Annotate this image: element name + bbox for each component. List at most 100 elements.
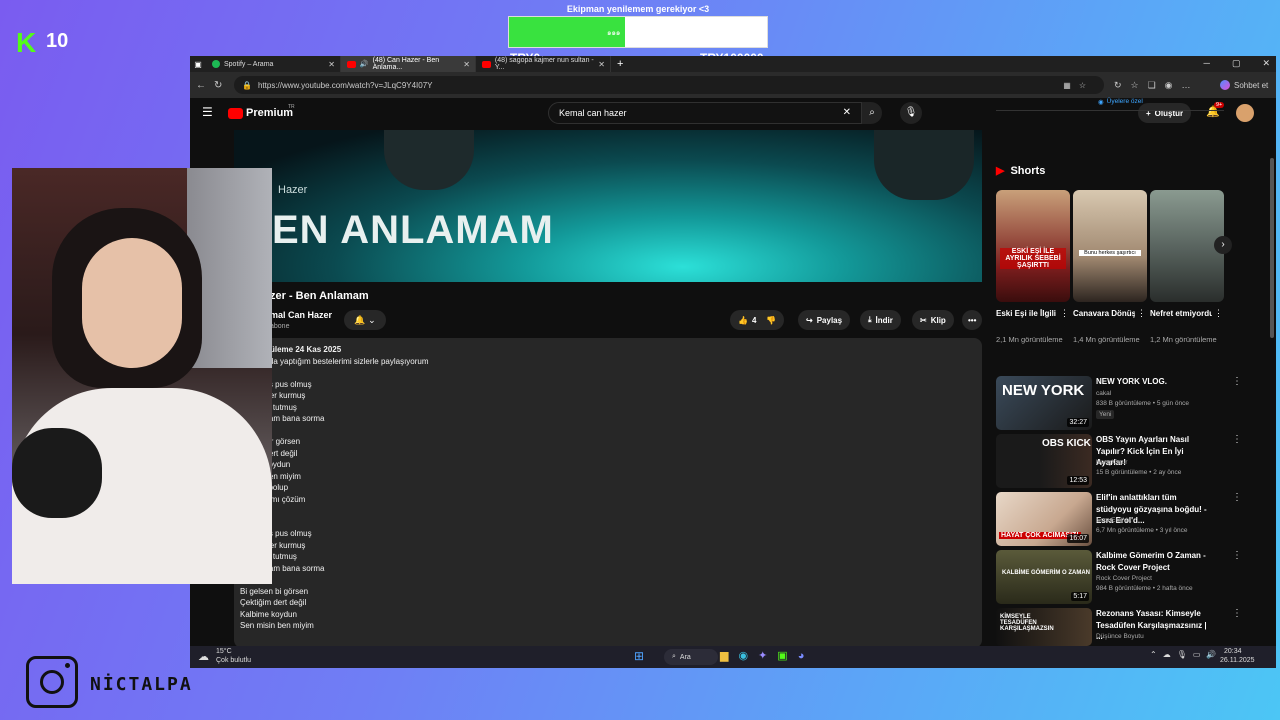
page-scrollbar[interactable] [1270,158,1274,338]
clear-search-icon[interactable]: ✕ [843,107,851,118]
description-line: us pus olmuş [240,379,312,389]
short-more-icon[interactable]: ⋮ [1214,308,1223,319]
refresh-icon[interactable]: ↻ [214,80,222,91]
edge-icon[interactable]: ◉ [738,650,758,662]
more-icon[interactable]: ⋮ [1232,376,1242,387]
app-icon[interactable]: ▣ [777,650,797,662]
video-meta: 6,7 Mn görüntüleme • 3 yıl önce [1096,527,1188,534]
description-line: ybolup [264,483,289,492]
short-title[interactable]: Eski Eşi ile İlgili İlk Kez... [996,308,1058,320]
video-description[interactable]: üleme 24 Kas 2025 uda yaptığım besteleri… [234,338,982,648]
more-icon[interactable]: ⋮ [1232,608,1242,619]
share-icon: ↪ [806,315,813,325]
description-line: nam bana sorma [240,563,325,573]
close-icon[interactable]: ✕ [598,60,605,69]
short-thumbnail-3[interactable] [1150,190,1224,302]
chevron-right-icon: › [1221,239,1225,250]
tray-icons[interactable]: ⌃☁🎙▭🔊 [1150,650,1222,659]
search-button[interactable]: ⌕ [862,102,882,124]
subscription-bell-button[interactable]: 🔔 ⌄ [344,310,386,330]
minimize-icon[interactable]: ─ [1204,58,1210,69]
webcam-face [82,238,182,368]
description-line: Sen misin ben miyim [240,621,314,630]
goal-title: Ekipman yenilemem gerekiyor <3 [566,4,710,14]
list-item[interactable]: KALBİME GÖMERİM O ZAMAN 5:17 Kalbime Göme… [996,550,1246,606]
more-icon[interactable]: ⋮ [1232,434,1242,445]
download-button[interactable]: ⤓ İndir [860,310,901,330]
like-button[interactable]: 👍 4 👎 [730,310,785,330]
close-icon[interactable]: ✕ [328,60,335,69]
youtube-brand[interactable]: Premium [246,107,293,119]
short-title[interactable]: Canavara Dönüşen ... [1073,308,1135,320]
short-thumbnail-1[interactable]: ESKİ EŞİ İLE AYRILIK SEBEBİ ŞAŞIRTTI [996,190,1070,302]
video-duration: 5:17 [1071,592,1089,601]
channel-name[interactable]: mal Can Hazer [270,310,332,320]
download-label: İndir [875,315,893,325]
short-more-icon[interactable]: ⋮ [1060,308,1069,319]
short-more-icon[interactable]: ⋮ [1137,308,1146,319]
list-item[interactable]: NEW YORK 32:27 NEW YORK VLOG. cakal 838 B… [996,376,1246,432]
discord-icon[interactable]: ◕ [798,650,815,662]
description-line: ni tutmuş [264,402,297,412]
toolbar-icons[interactable]: ↻☆❏◉… [1114,80,1200,91]
tab-actions-icon[interactable]: ▣ [190,60,206,69]
voice-search-button[interactable]: 🎙 [900,102,922,124]
video-title[interactable]: Kalbime Gömerim O Zaman - Rock Cover Pro… [1096,550,1214,573]
maximize-icon[interactable]: ▢ [1232,58,1241,69]
clip-button[interactable]: ✂ Klip [912,310,954,330]
video-channel[interactable]: Rock Cover Project [1096,575,1152,582]
close-window-icon[interactable]: ✕ [1262,58,1270,69]
share-button[interactable]: ↪ Paylaş [798,310,851,330]
list-item[interactable]: OBS KICK 12:53 OBS Yayın Ayarları Nasıl Y… [996,434,1246,490]
address-bar-row: ← ↻ 🔒 https://www.youtube.com/watch?v=JL… [190,72,1276,98]
sidebar: ◉ Üyelere özel ▶ Shorts ESKİ EŞİ İLE AYRIL… [996,98,1246,646]
short-thumbnail-2[interactable]: Bunu herkes şaşırtıcı [1073,190,1147,302]
menu-icon[interactable]: ☰ [202,105,213,119]
video-thumbnail[interactable]: NEW YORK 32:27 [996,376,1092,430]
video-channel[interactable]: cakal [1096,390,1111,397]
video-thumbnail[interactable]: OBS KICK 12:53 [996,434,1092,488]
video-thumbnail[interactable]: KİMSEYLE TESADÜFEN KARŞILAŞMAZSIN [996,608,1092,646]
video-duration: 32:27 [1067,418,1089,427]
chat-button[interactable]: Sohbet et [1220,80,1268,90]
folder-icon[interactable]: ▆ [720,650,738,662]
more-icon[interactable]: ⋮ [1232,492,1242,503]
close-icon[interactable]: ✕ [463,60,470,69]
tab-youtube[interactable]: (48) sagopa kajmer nun sultan - Y... ✕ [476,56,611,72]
instagram-handle: NİCTALPA [90,674,193,695]
back-icon[interactable]: ← [196,80,206,91]
weather-temp: 15°C [216,648,232,655]
video-channel[interactable]: Düşünce Boyutu [1096,633,1144,640]
youtube-logo-icon[interactable] [228,108,243,119]
video-player[interactable]: Hazer EN ANLAMAM [234,130,982,282]
url-field[interactable]: 🔒 https://www.youtube.com/watch?v=JLqC9Y… [234,76,1104,94]
search-input[interactable]: Kemal can hazer ✕ [548,102,862,124]
more-icon[interactable]: ⋮ [1232,550,1242,561]
list-item[interactable]: HAYAT ÇOK ACIMASIZ! 16:07 Elif'in anlattı… [996,492,1246,548]
address-actions[interactable]: ▦☆ [1063,81,1094,90]
divider [996,110,1224,111]
description-line: bir görsen [264,437,301,446]
weather-icon[interactable]: ☁ [198,650,209,663]
video-title[interactable]: NEW YORK VLOG. [1096,376,1214,388]
new-tab-button[interactable]: + [611,58,629,70]
app-icon[interactable]: ✦ [758,650,777,662]
taskbar-search[interactable]: ⌕ Ara [664,649,718,665]
members-only-badge: ◉ Üyelere özel [1098,98,1143,106]
shorts-next-button[interactable]: › [1214,236,1232,254]
tab-youtube-active[interactable]: 🔊 (48) Can Hazer - Ben Anlama... ✕ [341,56,476,72]
thumbs-down-icon[interactable]: 👎 [766,316,776,325]
video-channel[interactable]: Esra Erol'da [1096,517,1131,524]
video-channel[interactable]: HangiOnur [1096,459,1127,466]
tab-spotify[interactable]: Spotify – Arama ✕ [206,56,341,72]
video-thumbnail[interactable]: KALBİME GÖMERİM O ZAMAN 5:17 [996,550,1092,604]
more-actions-button[interactable]: ••• [962,310,983,330]
speaker-icon[interactable]: 🔊 [360,60,369,68]
search-value: Kemal can hazer [559,108,627,118]
video-thumbnail[interactable]: HAYAT ÇOK ACIMASIZ! 16:07 [996,492,1092,546]
taskbar-apps[interactable]: ▆◉✦▣◕ [720,649,814,662]
short-title[interactable]: Nefret etmiyordu ... [1150,308,1212,320]
video-meta: 15 B görüntüleme • 2 ay önce [1096,469,1182,476]
windows-start-icon[interactable]: ⊞ [634,649,644,663]
search-icon: ⌕ [869,107,875,118]
